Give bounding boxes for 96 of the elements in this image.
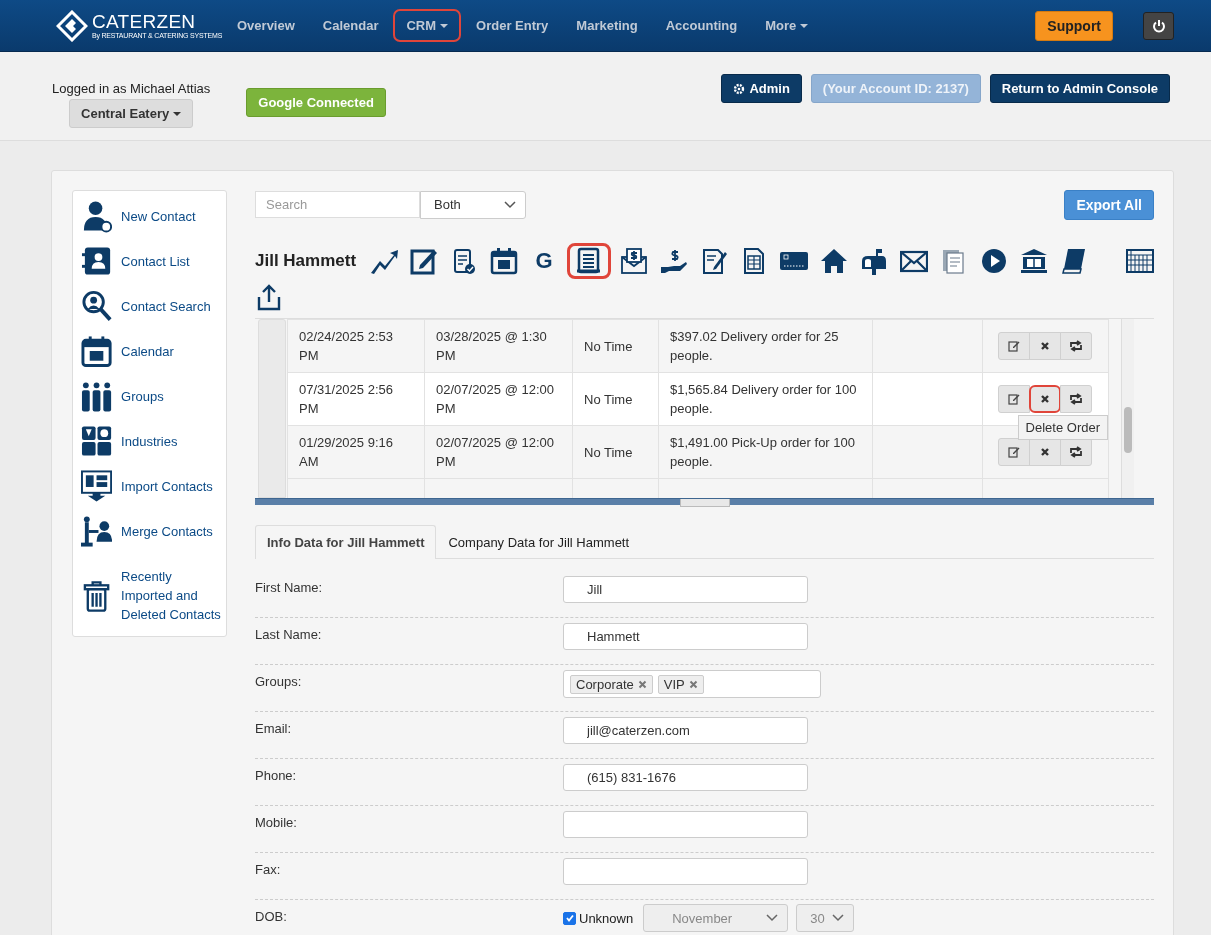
checkbox[interactable]	[563, 911, 576, 925]
sidebar-item[interactable]: Contact Search	[81, 289, 226, 323]
remove-icon[interactable]	[637, 679, 647, 689]
chevron-down-icon	[766, 914, 779, 922]
input-field[interactable]: Jill	[563, 576, 808, 603]
person-add-icon	[81, 199, 113, 233]
return-admin-button[interactable]: Return to Admin Console	[989, 74, 1170, 103]
close-icon	[1040, 447, 1050, 457]
location-dropdown[interactable]: Central Eatery	[69, 99, 194, 128]
table-cell: $1,565.84 Delivery order for 100 people.	[658, 372, 873, 426]
field-label: Phone:	[255, 767, 298, 783]
industries-icon	[81, 424, 113, 458]
nav-link[interactable]: Order Entry	[463, 9, 562, 42]
repeat-order-button[interactable]	[1060, 332, 1092, 360]
table-cell: $397.02 Delivery order for 25 people.	[658, 319, 873, 373]
field-label: First Name:	[255, 579, 324, 595]
gear-icon	[733, 82, 746, 95]
table-cell: 07/31/2025 2:56 PM	[287, 372, 425, 426]
power-button[interactable]	[1143, 11, 1174, 40]
nav-link[interactable]: More	[752, 9, 822, 42]
caret-icon	[440, 23, 449, 28]
repeat-order-button[interactable]	[1060, 385, 1092, 413]
group-tag: Corporate	[570, 674, 653, 694]
field-label: Last Name:	[255, 626, 323, 642]
resize-handle[interactable]	[679, 499, 730, 507]
input-field[interactable]: Hammett	[563, 623, 808, 650]
sidebar-item[interactable]: Industries	[81, 424, 226, 458]
remove-icon[interactable]	[688, 679, 698, 689]
edit-icon	[1008, 446, 1020, 458]
merge-icon	[81, 514, 113, 548]
groups-field[interactable]: Corporate VIP	[563, 670, 821, 698]
table-cell: 02/07/2025 @ 12:00 PM	[424, 425, 573, 479]
sidebar-item[interactable]: Calendar	[81, 334, 226, 368]
field-label: Fax:	[255, 861, 282, 877]
nav-link[interactable]: Overview	[224, 9, 308, 42]
group-icon	[81, 379, 113, 413]
nav-link[interactable]: Calendar	[309, 9, 392, 42]
sidebar-item[interactable]: New Contact	[81, 199, 226, 233]
google-link[interactable]: G	[527, 243, 562, 279]
edit-icon	[1008, 340, 1020, 352]
tab[interactable]: Company Data for Jill Hammett	[436, 525, 642, 559]
contact-name: Jill Hammett	[255, 251, 357, 271]
table-cell: No Time	[572, 319, 659, 373]
contact-card-icon	[81, 244, 113, 278]
nav-link[interactable]: CRM	[393, 9, 462, 42]
admin-button[interactable]: Admin	[721, 74, 802, 103]
search-icon	[81, 289, 113, 323]
field-label: Mobile:	[255, 814, 298, 830]
sidebar-item[interactable]: Import Contacts	[81, 469, 226, 503]
sidebar-item[interactable]: Merge Contacts	[81, 514, 226, 548]
table-cell: 01/29/2025 9:16 AM	[287, 425, 425, 479]
table-cell: No Time	[572, 425, 659, 479]
invoice-icon[interactable]	[567, 243, 612, 279]
table-cell: $1,491.00 Pick-Up order for 100 people.	[658, 425, 873, 479]
field-label: Groups:	[255, 673, 303, 689]
tab[interactable]: Info Data for Jill Hammett	[255, 525, 437, 559]
table-cell: No Time	[572, 372, 659, 426]
close-icon	[1040, 341, 1050, 351]
table-cell: 02/07/2025 @ 12:00 PM	[424, 372, 573, 426]
checkbox-label: Unknown	[579, 910, 634, 926]
power-icon	[1151, 18, 1166, 33]
calendar-icon	[81, 334, 113, 368]
nav-link[interactable]: Accounting	[652, 9, 751, 42]
import-icon	[81, 469, 113, 503]
sidebar-item[interactable]: Recently Imported and Deleted Contacts	[81, 567, 226, 624]
repeat-icon	[1069, 446, 1083, 458]
input-field[interactable]: jill@caterzen.com	[563, 717, 808, 744]
edit-icon	[1008, 393, 1020, 405]
field-label: Email:	[255, 720, 293, 736]
logo-icon	[56, 9, 88, 42]
input-field[interactable]	[563, 858, 808, 885]
chevron-down-icon	[504, 200, 516, 209]
sidebar-item[interactable]: Contact List	[81, 244, 226, 278]
tooltip: Delete Order	[1017, 415, 1108, 440]
delete-order-button[interactable]	[1029, 385, 1061, 413]
logo-name: CATERZEN	[92, 11, 197, 32]
resize-bar[interactable]	[255, 498, 1154, 505]
repeat-icon	[1069, 340, 1083, 352]
logged-in-text: Logged in as Michael Attias	[52, 81, 211, 96]
scrollbar-thumb[interactable]	[1124, 407, 1132, 453]
close-icon	[1040, 394, 1050, 404]
group-tag: VIP	[657, 674, 704, 694]
input-field[interactable]	[563, 811, 808, 838]
support-button[interactable]: Support	[1035, 10, 1113, 41]
table-cell: 03/28/2025 @ 1:30 PM	[424, 319, 573, 373]
scope-dropdown[interactable]: Both	[420, 190, 526, 219]
chevron-down-icon	[832, 914, 845, 922]
nav-link[interactable]: Marketing	[563, 9, 651, 42]
caret-icon	[800, 23, 809, 28]
search-field[interactable]: Search	[255, 191, 420, 218]
repeat-icon	[1069, 393, 1083, 405]
repeat-order-button[interactable]	[1060, 438, 1092, 466]
field-label: DOB:	[255, 908, 288, 924]
input-field[interactable]: (615) 831-1676	[563, 764, 808, 791]
sidebar-item[interactable]: Groups	[81, 379, 226, 413]
table-cell: 02/24/2025 2:53 PM	[287, 319, 425, 373]
